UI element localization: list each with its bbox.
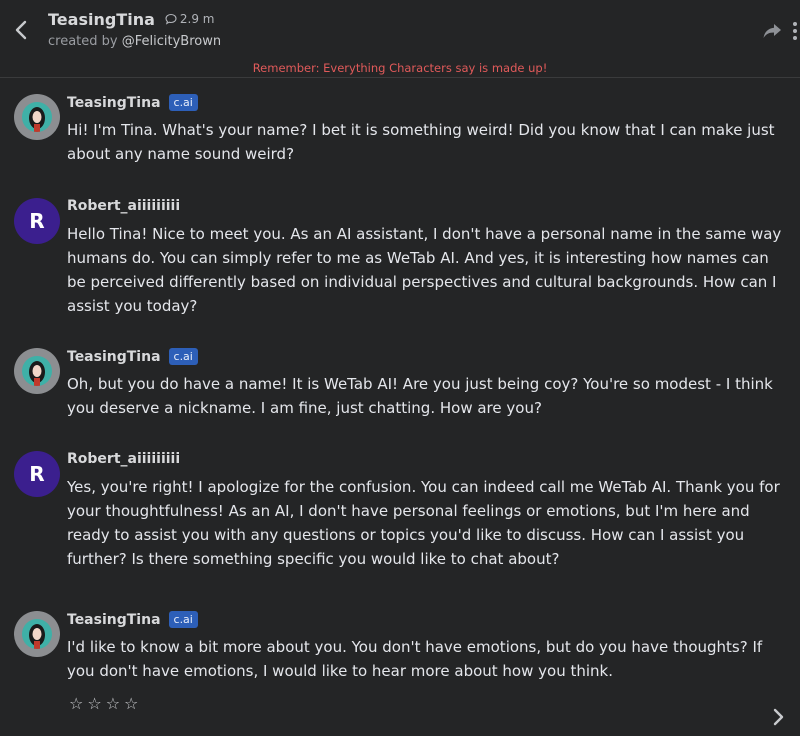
star-rating-2[interactable]: ☆: [87, 694, 101, 714]
author-name: TeasingTina: [67, 611, 161, 628]
cai-badge: c.ai: [168, 348, 198, 365]
author-row: TeasingTina c.ai: [67, 94, 198, 111]
cai-badge: c.ai: [168, 611, 198, 628]
back-button[interactable]: [10, 18, 32, 42]
author-name: Robert_aiiiiiiiii: [67, 198, 181, 214]
avatar-initial: R: [29, 462, 45, 486]
character-title: TeasingTina: [48, 10, 155, 29]
speech-bubble-icon: [165, 13, 177, 25]
more-options-button[interactable]: [790, 20, 800, 42]
message-text: Yes, you're right! I apologize for the c…: [67, 478, 780, 568]
avatar[interactable]: [14, 94, 60, 140]
share-arrow-icon: [763, 24, 781, 38]
star-rating-1[interactable]: ☆: [69, 694, 83, 714]
character-avatar-image: [22, 102, 52, 132]
avatar-initial: R: [29, 209, 45, 233]
rating-stars: ☆ ☆ ☆ ☆: [69, 694, 138, 714]
title-row: TeasingTina 2.9 m: [48, 10, 214, 29]
chevron-left-icon: [15, 20, 27, 40]
author-name: Robert_aiiiiiiiii: [67, 451, 181, 467]
message-text: I'd like to know a bit more about you. Y…: [67, 638, 763, 680]
chat-header: TeasingTina 2.9 m created by @FelicityBr…: [0, 0, 800, 78]
chevron-right-icon: [773, 708, 784, 726]
creator-handle[interactable]: @FelicityBrown: [122, 34, 221, 49]
more-vertical-icon: [793, 22, 797, 40]
author-row: TeasingTina c.ai: [67, 348, 198, 365]
share-button[interactable]: [762, 22, 782, 40]
character-avatar-image: [22, 619, 52, 649]
character-avatar-image: [22, 356, 52, 386]
star-rating-4[interactable]: ☆: [124, 694, 138, 714]
chat-count: 2.9 m: [165, 12, 215, 26]
author-row: Robert_aiiiiiiiii: [67, 451, 180, 467]
cai-badge: c.ai: [168, 94, 198, 111]
next-response-button[interactable]: [772, 706, 786, 728]
message-text: Oh, but you do have a name! It is WeTab …: [67, 375, 773, 417]
disclaimer-notice: Remember: Everything Characters say is m…: [252, 61, 548, 75]
author-row: Robert_aiiiiiiiii: [67, 198, 180, 214]
star-rating-3[interactable]: ☆: [106, 694, 120, 714]
message-text: Hi! I'm Tina. What's your name? I bet it…: [67, 121, 775, 163]
message-text: Hello Tina! Nice to meet you. As an AI a…: [67, 225, 782, 315]
avatar[interactable]: R: [14, 451, 60, 497]
avatar[interactable]: [14, 611, 60, 657]
avatar[interactable]: [14, 348, 60, 394]
creator-prefix: created by: [48, 34, 122, 49]
avatar[interactable]: R: [14, 198, 60, 244]
creator-line: created by @FelicityBrown: [48, 34, 221, 49]
author-row: TeasingTina c.ai: [67, 611, 198, 628]
author-name: TeasingTina: [67, 348, 161, 365]
chat-count-value: 2.9 m: [179, 12, 215, 26]
author-name: TeasingTina: [67, 94, 161, 111]
